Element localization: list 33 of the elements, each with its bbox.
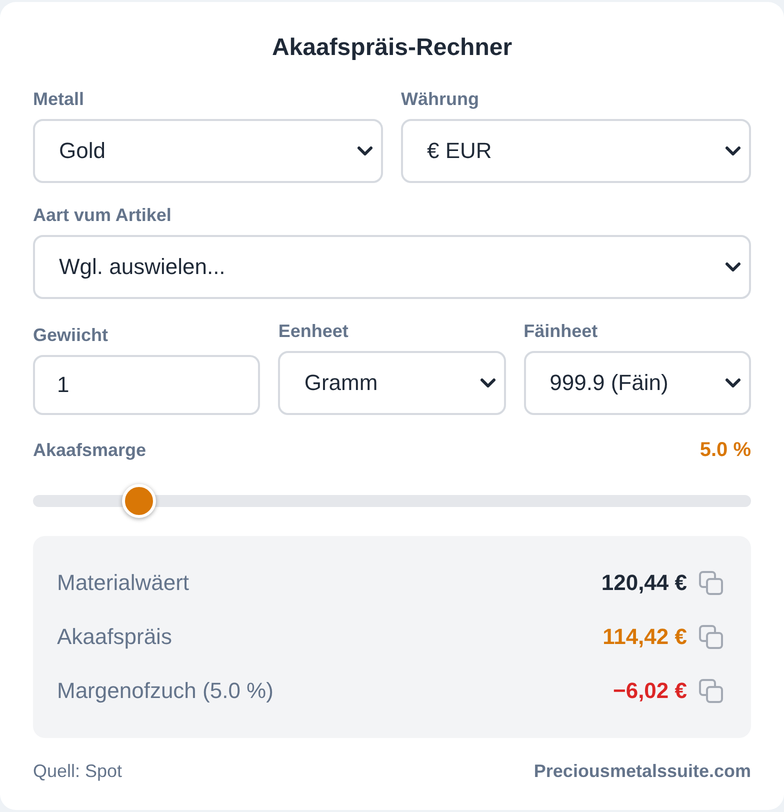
result-label: Materialwäert [57, 569, 190, 597]
field-label: Eenheet [278, 320, 348, 343]
margin-label: Akaafsmarge [33, 439, 146, 462]
chevron-down-icon [357, 146, 373, 156]
chevron-down-icon [480, 378, 496, 388]
result-label: Akaafspräis [57, 623, 172, 651]
dropdown-select[interactable]: Gold [33, 119, 383, 183]
chevron-down-icon [724, 378, 741, 388]
copy-icon[interactable] [699, 679, 723, 703]
weight-input[interactable]: 1 [33, 355, 260, 415]
brand-link[interactable]: Preciousmetalssuite.com [534, 759, 751, 783]
copy-icon[interactable] [699, 625, 723, 649]
result-value: 120,44 € [601, 569, 687, 597]
slider-thumb[interactable] [122, 484, 156, 518]
chevron-down-icon [725, 146, 741, 156]
result-label: Margenofzuch (5.0 %) [57, 677, 274, 705]
field-label: Metall [33, 88, 84, 111]
dropdown-select[interactable]: Gramm [278, 351, 506, 415]
margin-slider[interactable] [33, 484, 751, 518]
dropdown-select[interactable]: 999.9 (Fäin) [524, 351, 751, 415]
copy-icon[interactable] [699, 571, 723, 595]
field-label: Aart vum Artikel [33, 204, 172, 227]
field-label: Fäinheet [524, 320, 598, 343]
result-value: 114,42 € [602, 623, 687, 651]
chevron-down-icon [725, 262, 741, 272]
calculator-title: Akaafspräis-Rechner [272, 33, 512, 63]
margin-value: 5.0 % [700, 438, 751, 462]
result-value: −6,02 € [612, 677, 687, 705]
dropdown-select[interactable]: Wgl. auswielen... [33, 235, 751, 299]
field-label: Währung [401, 88, 479, 111]
dropdown-select[interactable]: € EUR [401, 119, 751, 183]
source-note: Quell: Spot [33, 760, 122, 783]
field-label: Gewiicht [33, 324, 108, 347]
